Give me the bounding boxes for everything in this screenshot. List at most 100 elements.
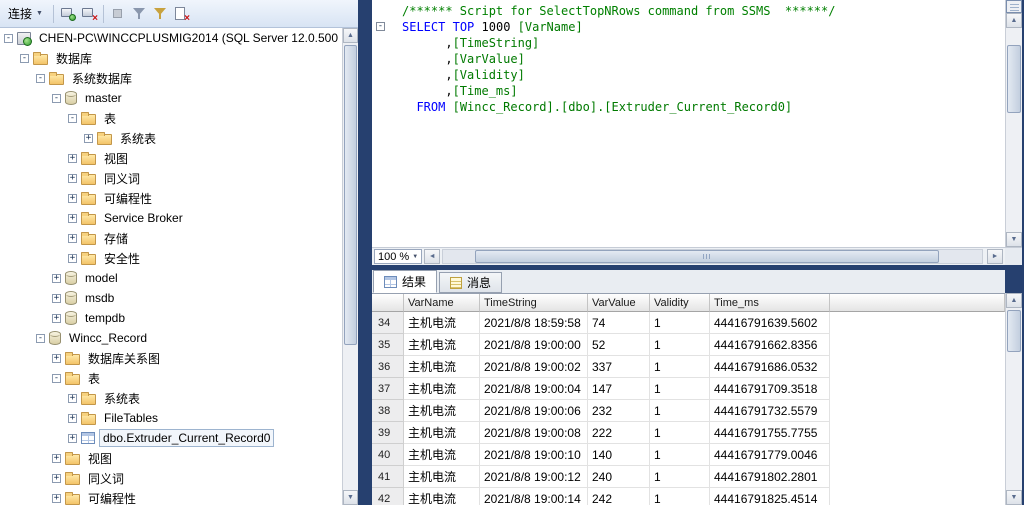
tab-messages[interactable]: 消息 bbox=[439, 272, 503, 293]
collapse-toggle-icon[interactable]: - bbox=[52, 93, 61, 103]
grid-cell[interactable]: 74 bbox=[588, 312, 650, 334]
collapse-toggle-icon[interactable]: - bbox=[4, 33, 13, 43]
grid-cell[interactable]: 1 bbox=[650, 422, 710, 444]
tree-item[interactable]: - Wincc_Record bbox=[0, 328, 342, 348]
scroll-down-button[interactable]: ▼ bbox=[343, 490, 358, 505]
scrollbar-thumb[interactable] bbox=[1007, 310, 1021, 352]
grid-column-header[interactable]: VarName bbox=[404, 294, 480, 312]
grid-cell[interactable]: 44416791825.4514 bbox=[710, 488, 830, 505]
grid-cell[interactable]: 2021/8/8 18:59:58 bbox=[480, 312, 588, 334]
tree-item[interactable]: + tempdb bbox=[0, 308, 342, 328]
row-number-cell[interactable]: 38 bbox=[372, 400, 404, 422]
grid-cell[interactable]: 1 bbox=[650, 444, 710, 466]
expand-toggle-icon[interactable]: + bbox=[68, 233, 77, 243]
grid-column-header[interactable]: VarValue bbox=[588, 294, 650, 312]
collapse-toggle-icon[interactable]: - bbox=[36, 73, 45, 83]
expand-toggle-icon[interactable]: + bbox=[68, 193, 77, 203]
collapse-toggle-icon[interactable]: - bbox=[36, 333, 45, 343]
scroll-up-button[interactable]: ▲ bbox=[343, 28, 358, 43]
collapse-toggle-icon[interactable]: - bbox=[20, 53, 29, 63]
tree-item[interactable]: + FileTables bbox=[0, 408, 342, 428]
filter-icon[interactable] bbox=[130, 5, 148, 23]
expand-toggle-icon[interactable]: + bbox=[52, 493, 61, 503]
tree-item[interactable]: -表 bbox=[0, 368, 342, 388]
scrollbar-thumb[interactable] bbox=[475, 250, 939, 263]
grid-cell[interactable]: 147 bbox=[588, 378, 650, 400]
grid-cell[interactable]: 1 bbox=[650, 312, 710, 334]
tree-item[interactable]: - master bbox=[0, 88, 342, 108]
grid-cell[interactable]: 2021/8/8 19:00:14 bbox=[480, 488, 588, 505]
grid-cell[interactable]: 1 bbox=[650, 400, 710, 422]
grid-cell[interactable]: 主机电流 bbox=[404, 466, 480, 488]
grid-cell[interactable]: 44416791732.5579 bbox=[710, 400, 830, 422]
expand-toggle-icon[interactable]: + bbox=[52, 453, 61, 463]
expand-toggle-icon[interactable]: + bbox=[52, 273, 61, 283]
grid-cell[interactable]: 主机电流 bbox=[404, 422, 480, 444]
scroll-up-button[interactable]: ▲ bbox=[1006, 13, 1022, 28]
grid-column-header[interactable]: TimeString bbox=[480, 294, 588, 312]
connect-server-icon[interactable] bbox=[59, 5, 77, 23]
tree-item[interactable]: + 视图 bbox=[0, 148, 342, 168]
expand-toggle-icon[interactable]: + bbox=[68, 153, 77, 163]
tree-item[interactable]: - 数据库 bbox=[0, 48, 342, 68]
grid-cell[interactable]: 主机电流 bbox=[404, 312, 480, 334]
results-vertical-scrollbar[interactable]: ▲ ▼ bbox=[1005, 293, 1022, 505]
row-number-cell[interactable]: 39 bbox=[372, 422, 404, 444]
collapse-toggle-icon[interactable]: - bbox=[52, 373, 61, 383]
scroll-left-button[interactable]: ◄ bbox=[424, 249, 441, 264]
grid-cell[interactable]: 2021/8/8 19:00:12 bbox=[480, 466, 588, 488]
tree-item[interactable]: + dbo.Extruder_Current_Record0 bbox=[0, 428, 342, 448]
row-number-cell[interactable]: 41 bbox=[372, 466, 404, 488]
sql-editor[interactable]: - /****** Script for SelectTopNRows comm… bbox=[372, 0, 1005, 247]
tree-item[interactable]: -表 bbox=[0, 108, 342, 128]
zoom-control[interactable]: 100 % ▼ bbox=[374, 249, 423, 264]
sql-code[interactable]: /****** Script for SelectTopNRows comman… bbox=[402, 3, 1005, 247]
grid-cell[interactable]: 主机电流 bbox=[404, 400, 480, 422]
scrollbar-thumb[interactable] bbox=[344, 45, 357, 345]
grid-cell[interactable]: 44416791686.0532 bbox=[710, 356, 830, 378]
tree-item[interactable]: - 系统数据库 bbox=[0, 68, 342, 88]
expand-toggle-icon[interactable]: + bbox=[68, 253, 77, 263]
grid-cell[interactable]: 140 bbox=[588, 444, 650, 466]
tree-scrollbar[interactable]: ▲ ▼ bbox=[342, 28, 358, 505]
grid-cell[interactable]: 1 bbox=[650, 378, 710, 400]
expand-toggle-icon[interactable]: + bbox=[68, 173, 77, 183]
tab-results[interactable]: 结果 bbox=[373, 270, 438, 293]
grid-cell[interactable]: 2021/8/8 19:00:06 bbox=[480, 400, 588, 422]
scroll-down-button[interactable]: ▼ bbox=[1006, 232, 1022, 247]
grid-cell[interactable]: 44416791779.0046 bbox=[710, 444, 830, 466]
tree-item[interactable]: + Service Broker bbox=[0, 208, 342, 228]
tree-item[interactable]: + model bbox=[0, 268, 342, 288]
grid-column-header[interactable]: Validity bbox=[650, 294, 710, 312]
grid-cell[interactable]: 44416791755.7755 bbox=[710, 422, 830, 444]
grid-cell[interactable]: 1 bbox=[650, 488, 710, 505]
colored-filter-icon[interactable] bbox=[151, 5, 169, 23]
grid-cell[interactable]: 主机电流 bbox=[404, 356, 480, 378]
tree-item[interactable]: + 可编程性 bbox=[0, 488, 342, 505]
expand-toggle-icon[interactable]: + bbox=[52, 313, 61, 323]
tree-item[interactable]: + 存储 bbox=[0, 228, 342, 248]
tree-item[interactable]: + 系统表 bbox=[0, 388, 342, 408]
grid-cell[interactable]: 2021/8/8 19:00:04 bbox=[480, 378, 588, 400]
grid-cell[interactable]: 337 bbox=[588, 356, 650, 378]
grid-cell[interactable]: 44416791639.5602 bbox=[710, 312, 830, 334]
grid-cell[interactable]: 52 bbox=[588, 334, 650, 356]
expand-toggle-icon[interactable]: + bbox=[68, 413, 77, 423]
grid-column-header[interactable]: Time_ms bbox=[710, 294, 830, 312]
tree-item[interactable]: + 安全性 bbox=[0, 248, 342, 268]
grid-cell[interactable]: 222 bbox=[588, 422, 650, 444]
grid-cell[interactable]: 主机电流 bbox=[404, 444, 480, 466]
grid-cell[interactable]: 240 bbox=[588, 466, 650, 488]
script-error-icon[interactable]: × bbox=[172, 5, 190, 23]
grid-cell[interactable]: 主机电流 bbox=[404, 378, 480, 400]
expand-toggle-icon[interactable]: + bbox=[52, 353, 61, 363]
scrollbar-thumb[interactable] bbox=[1007, 45, 1021, 113]
grid-cell[interactable]: 1 bbox=[650, 466, 710, 488]
grid-cell[interactable]: 1 bbox=[650, 356, 710, 378]
scroll-down-button[interactable]: ▼ bbox=[1006, 490, 1022, 505]
split-window-grip[interactable] bbox=[1006, 0, 1022, 13]
expand-toggle-icon[interactable]: + bbox=[84, 133, 93, 143]
tree-item[interactable]: + 同义词 bbox=[0, 468, 342, 488]
scroll-up-button[interactable]: ▲ bbox=[1006, 293, 1022, 308]
grid-cell[interactable]: 主机电流 bbox=[404, 334, 480, 356]
